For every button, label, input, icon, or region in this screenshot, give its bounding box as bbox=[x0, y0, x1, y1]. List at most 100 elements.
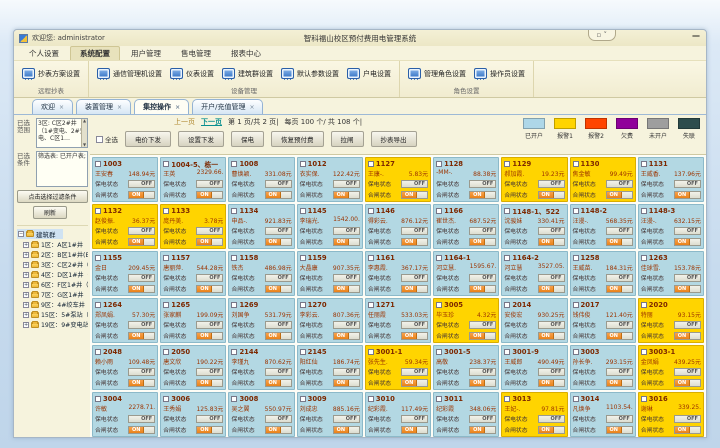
collapse-icon[interactable]: − bbox=[18, 231, 24, 237]
prev-page-link[interactable]: 上一页 bbox=[174, 117, 195, 127]
switch-toggle-on[interactable]: ON bbox=[606, 426, 633, 434]
switch-toggle-on[interactable]: ON bbox=[401, 238, 428, 246]
supply-toggle-off[interactable]: OFF bbox=[128, 274, 155, 282]
supply-toggle-off[interactable]: OFF bbox=[606, 180, 633, 188]
meter-card[interactable]: 1155金日209.45元保电状态OFF合闸状态ON bbox=[92, 251, 158, 296]
meter-card[interactable]: 1133庞丹美.3.78元保电状态OFF合闸状态ON bbox=[160, 204, 226, 249]
ribbon-collapse-control[interactable]: ▫ ˅ bbox=[588, 30, 616, 41]
supply-toggle-off[interactable]: OFF bbox=[196, 368, 223, 376]
ribbon-button[interactable]: 仪表设置 bbox=[170, 68, 214, 79]
meter-card[interactable]: 1130焦金敏99.49元保电状态OFF合闸状态ON bbox=[570, 157, 636, 202]
switch-toggle-on[interactable]: ON bbox=[606, 191, 633, 199]
card-checkbox[interactable] bbox=[573, 349, 579, 355]
switch-toggle-on[interactable]: ON bbox=[265, 379, 292, 387]
selected-range-box[interactable]: 3区: C区2#井（1#变电、2#变电、C区1… ▲▼ bbox=[36, 118, 88, 148]
switch-toggle-on[interactable]: ON bbox=[128, 426, 155, 434]
switch-toggle-on[interactable]: ON bbox=[674, 285, 701, 293]
card-checkbox[interactable] bbox=[504, 255, 510, 261]
switch-toggle-on[interactable]: ON bbox=[401, 426, 428, 434]
meter-card[interactable]: 1134申品-.921.83元保电状态OFF合闸状态ON bbox=[228, 204, 294, 249]
switch-toggle-on[interactable]: ON bbox=[538, 332, 565, 340]
card-checkbox[interactable] bbox=[163, 161, 169, 167]
supply-toggle-off[interactable]: OFF bbox=[674, 321, 701, 329]
meter-card[interactable]: 3004许敏2278.71.保电状态OFF合闸状态ON bbox=[92, 392, 158, 437]
ribbon-button[interactable]: 管理角色设置 bbox=[408, 68, 466, 79]
supply-toggle-off[interactable]: OFF bbox=[128, 321, 155, 329]
meter-card[interactable]: 1264郑凤娟.57.30元保电状态OFF合闸状态ON bbox=[92, 298, 158, 343]
meter-card[interactable]: 2017钱伟俊121.40元保电状态OFF合闸状态ON bbox=[570, 298, 636, 343]
tree-root[interactable]: −建筑群 bbox=[17, 229, 63, 239]
card-checkbox[interactable] bbox=[504, 302, 510, 308]
switch-toggle-on[interactable]: ON bbox=[196, 285, 223, 293]
supply-toggle-off[interactable]: OFF bbox=[606, 368, 633, 376]
switch-toggle-on[interactable]: ON bbox=[128, 191, 155, 199]
card-checkbox[interactable] bbox=[504, 208, 510, 214]
meter-card[interactable]: 3001-1张先生.59.34元保电状态OFF合闸状态ON bbox=[365, 345, 431, 390]
refresh-button[interactable]: 刷新 bbox=[33, 206, 67, 219]
switch-toggle-on[interactable]: ON bbox=[196, 379, 223, 387]
supply-toggle-off[interactable]: OFF bbox=[538, 321, 565, 329]
scroll-up-icon[interactable]: ▲ bbox=[83, 119, 86, 123]
switch-toggle-on[interactable]: ON bbox=[265, 285, 292, 293]
meter-card[interactable]: 3001-5高敬238.37元保电状态OFF合闸状态ON bbox=[433, 345, 499, 390]
select-all-checkbox[interactable] bbox=[96, 136, 103, 143]
meter-card[interactable]: 1004-5、栋一王英2329.66.保电状态OFF合闸状态ON bbox=[160, 157, 226, 202]
meter-card[interactable]: 1159大晶康907.35元保电状态OFF合闸状态ON bbox=[297, 251, 363, 296]
switch-toggle-on[interactable]: ON bbox=[333, 238, 360, 246]
card-checkbox[interactable] bbox=[504, 396, 510, 402]
switch-toggle-on[interactable]: ON bbox=[401, 285, 428, 293]
switch-toggle-on[interactable]: ON bbox=[128, 285, 155, 293]
switch-toggle-on[interactable]: ON bbox=[333, 379, 360, 387]
card-checkbox[interactable] bbox=[436, 255, 442, 261]
supply-toggle-off[interactable]: OFF bbox=[265, 180, 292, 188]
switch-toggle-on[interactable]: ON bbox=[606, 332, 633, 340]
supply-toggle-off[interactable]: OFF bbox=[128, 227, 155, 235]
meter-card[interactable]: 1265张家麒199.09元保电状态OFF合闸状态ON bbox=[160, 298, 226, 343]
meter-card[interactable]: 1128-MM-.88.38元保电状态OFF合闸状态ON bbox=[433, 157, 499, 202]
meter-card[interactable]: 1258王威苗.184.31元保电状态OFF合闸状态ON bbox=[570, 251, 636, 296]
supply-toggle-off[interactable]: OFF bbox=[469, 321, 496, 329]
supply-toggle-off[interactable]: OFF bbox=[606, 274, 633, 282]
card-checkbox[interactable] bbox=[231, 255, 237, 261]
card-checkbox[interactable] bbox=[368, 302, 374, 308]
tree-item-2[interactable]: +2区：B区1#井(B区1… bbox=[23, 250, 88, 259]
meter-card[interactable]: 1148-3汪漫-.632.15元保电状态OFF合闸状态ON bbox=[638, 204, 704, 249]
tree-item-9[interactable]: +19区：9#变电站（2#… bbox=[23, 320, 88, 329]
supply-toggle-off[interactable]: OFF bbox=[333, 415, 360, 423]
card-checkbox[interactable] bbox=[368, 255, 374, 261]
switch-toggle-on[interactable]: ON bbox=[538, 285, 565, 293]
supply-toggle-off[interactable]: OFF bbox=[469, 274, 496, 282]
meter-card[interactable]: 1003王安春148.94元保电状态OFF合闸状态ON bbox=[92, 157, 158, 202]
select-all[interactable]: 全选 bbox=[96, 134, 118, 144]
card-checkbox[interactable] bbox=[300, 255, 306, 261]
meter-card[interactable]: 1129郝加霞.19.23元保电状态OFF合闸状态ON bbox=[501, 157, 567, 202]
meter-card[interactable]: 1166崔世杰.687.52元保电状态OFF合闸状态ON bbox=[433, 204, 499, 249]
meter-card[interactable]: 3014凡焕争1103.54.保电状态OFF合闸状态ON bbox=[570, 392, 636, 437]
meter-card[interactable]: 1164-2河立慧3527.05.保电状态OFF合闸状态ON bbox=[501, 251, 567, 296]
toolbar-button-3[interactable]: 保电 bbox=[231, 131, 264, 147]
supply-toggle-off[interactable]: OFF bbox=[196, 180, 223, 188]
expand-icon[interactable]: + bbox=[23, 252, 29, 258]
expand-icon[interactable]: + bbox=[23, 282, 29, 288]
card-checkbox[interactable] bbox=[504, 161, 510, 167]
switch-toggle-on[interactable]: ON bbox=[469, 379, 496, 387]
switch-toggle-on[interactable]: ON bbox=[674, 191, 701, 199]
supply-toggle-off[interactable]: OFF bbox=[196, 227, 223, 235]
card-checkbox[interactable] bbox=[300, 349, 306, 355]
expand-icon[interactable]: + bbox=[23, 312, 29, 318]
card-checkbox[interactable] bbox=[641, 302, 647, 308]
card-checkbox[interactable] bbox=[436, 349, 442, 355]
meter-card[interactable]: 1148-1、522沈骏妹330.41元保电状态OFF合闸状态ON bbox=[501, 204, 567, 249]
ribbon-button[interactable]: 建筑群设置 bbox=[222, 68, 273, 79]
card-checkbox[interactable] bbox=[231, 349, 237, 355]
supply-toggle-off[interactable]: OFF bbox=[128, 368, 155, 376]
meter-card[interactable]: 2050唐文欣190.22元保电状态OFF合闸状态ON bbox=[160, 345, 226, 390]
meter-card[interactable]: 1164-1河立慧.1595.67.保电状态OFF合闸状态ON bbox=[433, 251, 499, 296]
ribbon-button[interactable]: 默认参数设置 bbox=[281, 68, 339, 79]
switch-toggle-on[interactable]: ON bbox=[674, 426, 701, 434]
meter-card[interactable]: 1132赵俊振.36.37元保电状态OFF合闸状态ON bbox=[92, 204, 158, 249]
switch-toggle-on[interactable]: ON bbox=[401, 379, 428, 387]
selected-condition-box[interactable]: 筛选表: 已开户表; bbox=[36, 151, 88, 187]
scroll-down-icon[interactable]: ▼ bbox=[83, 143, 86, 147]
menu-item-5[interactable]: 报表中心 bbox=[222, 47, 270, 60]
